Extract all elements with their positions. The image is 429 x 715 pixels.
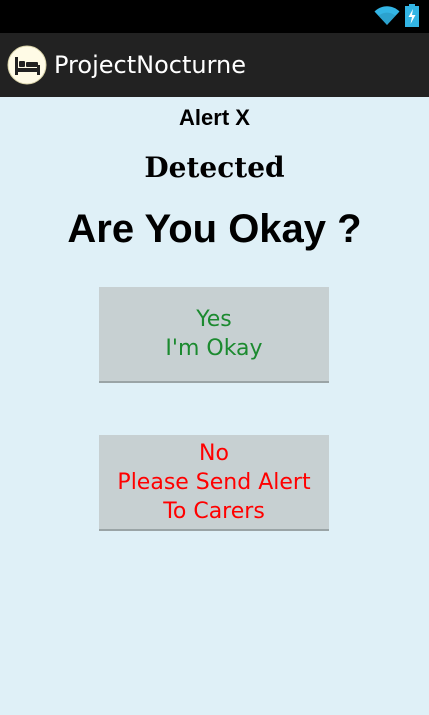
no-button-line2: Please Send Alert — [117, 469, 311, 495]
bed-icon[interactable] — [7, 45, 47, 85]
battery-charging-icon — [405, 4, 419, 27]
action-bar: ProjectNocturne — [0, 33, 429, 97]
alert-label: Alert X — [179, 105, 250, 130]
yes-button-line2: I'm Okay — [165, 336, 263, 361]
detected-label: Detected — [144, 151, 285, 184]
no-send-alert-button[interactable]: No Please Send Alert To Carers — [99, 435, 329, 531]
wifi-icon — [374, 6, 400, 25]
yes-okay-button[interactable]: Yes I'm Okay — [99, 287, 329, 383]
app-title: ProjectNocturne — [54, 51, 246, 79]
status-bar — [0, 0, 429, 33]
question-heading: Are You Okay ? — [67, 207, 362, 251]
no-button-line1: No — [199, 440, 229, 466]
yes-button-line1: Yes — [196, 307, 232, 332]
no-button-line3: To Carers — [163, 498, 265, 524]
